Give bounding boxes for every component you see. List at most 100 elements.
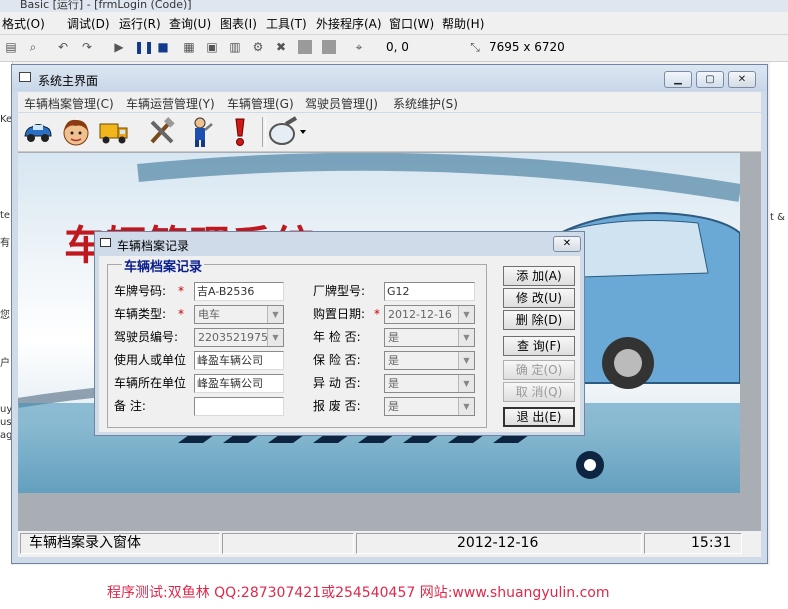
ide-menu-tools[interactable]: 工具(T): [266, 15, 307, 32]
dialog-body: 车辆档案记录 车牌号码: * 吉A-B2536 厂牌型号: G12 车辆类型: …: [99, 256, 580, 432]
ide-menu-diagram[interactable]: 图表(I): [220, 15, 257, 32]
driver-label: 驾驶员编号:: [114, 330, 179, 344]
model-label: 厂牌型号:: [313, 284, 366, 298]
mechanic-icon[interactable]: [184, 116, 216, 148]
ide-menu-help[interactable]: 帮助(H): [442, 15, 484, 32]
paste-icon[interactable]: ▤: [4, 40, 18, 54]
status-date: 2012-12-16: [356, 533, 642, 554]
ide-toolbar: ▤ ⌕ ↶ ↷ ▶ ❚❚ ■ ▦ ▣ ▥ ⚙ ✖ ⌖ 0, 0 ⤡ 7695 x…: [0, 35, 788, 62]
ide-menu-format[interactable]: 格式(O): [2, 15, 45, 32]
tools-icon[interactable]: [146, 116, 178, 148]
edge-text: te: [0, 210, 11, 221]
project-explorer-icon[interactable]: ▦: [182, 40, 196, 54]
buy-date-picker[interactable]: 2012-12-16 ▼: [384, 305, 475, 324]
search-magnifier-icon[interactable]: [268, 116, 308, 148]
form-layout-icon[interactable]: ▥: [228, 40, 242, 54]
remark-field[interactable]: [194, 397, 284, 416]
ide-title-bar: Basic [运行] - [frmLogin (Code)]: [0, 0, 788, 12]
dialog-window-icon: [100, 238, 111, 247]
window-icon: [19, 72, 31, 82]
plate-field[interactable]: 吉A-B2536: [194, 282, 284, 301]
buy-date-value: 2012-12-16: [388, 308, 452, 321]
ide-menu-debug[interactable]: 调试(D): [67, 15, 110, 32]
menu-driver-manage[interactable]: 驾驶员管理(J): [305, 95, 378, 112]
menu-system-maintain[interactable]: 系统维护(S): [393, 95, 458, 112]
scrap-label: 报 废 否:: [313, 399, 361, 413]
undo-icon[interactable]: ↶: [56, 40, 70, 54]
pause-icon[interactable]: ❚❚: [134, 40, 154, 54]
ide-menu-query[interactable]: 查询(U): [169, 15, 211, 32]
inspect-label: 年 检 否:: [313, 330, 361, 344]
edge-text: t &: [770, 212, 785, 223]
menu-vehicle-operation[interactable]: 车辆运营管理(Y): [126, 95, 215, 112]
chevron-down-icon[interactable]: ▼: [458, 352, 474, 369]
start-icon[interactable]: ▶: [112, 40, 126, 54]
dialog-title-bar[interactable]: 车辆档案记录 ✕: [95, 232, 584, 254]
location-label: 车辆所在单位: [114, 376, 187, 390]
main-menu-bar: 车辆档案管理(C) 车辆运营管理(Y) 车辆管理(G) 驾驶员管理(J) 系统维…: [18, 92, 761, 112]
status-time: 15:31: [644, 533, 742, 554]
toolbox-icon[interactable]: ✖: [274, 40, 288, 54]
remark-label: 备 注:: [114, 399, 146, 413]
stop-icon[interactable]: ■: [156, 40, 170, 54]
data-view-icon[interactable]: [298, 40, 312, 54]
add-button[interactable]: 添 加(A): [503, 266, 575, 286]
type-select-value: 电车: [198, 308, 220, 321]
modify-button[interactable]: 修 改(U): [503, 288, 575, 308]
menu-vehicle-archive[interactable]: 车辆档案管理(C): [24, 95, 114, 112]
change-select[interactable]: 是 ▼: [384, 374, 475, 393]
ide-menu-run[interactable]: 运行(R): [119, 15, 161, 32]
chevron-down-icon[interactable]: ▼: [267, 329, 283, 346]
chevron-down-icon[interactable]: ▼: [458, 398, 474, 415]
inspect-select-value: 是: [388, 331, 399, 344]
maximize-button[interactable]: ▢: [696, 71, 724, 88]
model-field[interactable]: G12: [384, 282, 475, 301]
cancel-button[interactable]: 取 消(Q): [503, 382, 575, 402]
scrap-select-value: 是: [388, 400, 399, 413]
required-mark: *: [374, 307, 380, 321]
edge-text: 有: [0, 238, 10, 249]
truck-icon[interactable]: [98, 116, 130, 148]
car-icon[interactable]: [22, 116, 54, 148]
confirm-button[interactable]: 确 定(O): [503, 360, 575, 380]
edge-text: us: [0, 417, 12, 428]
minimize-button[interactable]: ▁: [664, 71, 692, 88]
chevron-down-icon[interactable]: ▼: [267, 306, 283, 323]
close-button[interactable]: ✕: [728, 71, 756, 88]
insure-label: 保 险 否:: [313, 353, 361, 367]
size-readout: 7695 x 6720: [489, 40, 565, 54]
driver-select[interactable]: 220352197505 ▼: [194, 328, 284, 347]
alert-icon[interactable]: [224, 116, 256, 148]
insure-select[interactable]: 是 ▼: [384, 351, 475, 370]
menu-vehicle-manage[interactable]: 车辆管理(G): [227, 95, 294, 112]
component-manager-icon[interactable]: [322, 40, 336, 54]
redo-icon[interactable]: ↷: [80, 40, 94, 54]
scrap-select[interactable]: 是 ▼: [384, 397, 475, 416]
user-unit-field[interactable]: 峰盈车辆公司: [194, 351, 284, 370]
chevron-down-icon[interactable]: ▼: [458, 329, 474, 346]
ide-menu-window[interactable]: 窗口(W): [389, 15, 434, 32]
status-bar: 车辆档案录入窗体 2012-12-16 15:31: [18, 531, 761, 557]
status-message: 车辆档案录入窗体: [20, 533, 220, 554]
dialog-close-button[interactable]: ✕: [553, 236, 581, 252]
exit-button[interactable]: 退 出(E): [503, 407, 575, 427]
location-field[interactable]: 峰盈车辆公司: [194, 374, 284, 393]
buy-date-label: 购置日期:: [313, 307, 366, 321]
properties-window-icon[interactable]: ▣: [205, 40, 219, 54]
position-readout: 0, 0: [386, 40, 409, 54]
type-label: 车辆类型:: [114, 307, 167, 321]
ide-menu-addins[interactable]: 外接程序(A): [316, 15, 382, 32]
inspect-select[interactable]: 是 ▼: [384, 328, 475, 347]
type-select[interactable]: 电车 ▼: [194, 305, 284, 324]
object-browser-icon[interactable]: ⚙: [251, 40, 265, 54]
delete-button[interactable]: 删 除(D): [503, 310, 575, 330]
driver-avatar-icon[interactable]: [60, 116, 92, 148]
frame-title: 车辆档案记录: [122, 256, 205, 275]
find-icon[interactable]: ⌕: [26, 40, 40, 54]
main-toolbar: [18, 113, 761, 152]
chevron-down-icon[interactable]: ▼: [458, 375, 474, 392]
chevron-down-icon[interactable]: ▼: [458, 306, 474, 323]
query-button[interactable]: 查 询(F): [503, 336, 575, 356]
main-title-bar[interactable]: 系统主界面 ▁ ▢ ✕: [12, 65, 767, 91]
main-window-title: 系统主界面: [38, 74, 99, 88]
